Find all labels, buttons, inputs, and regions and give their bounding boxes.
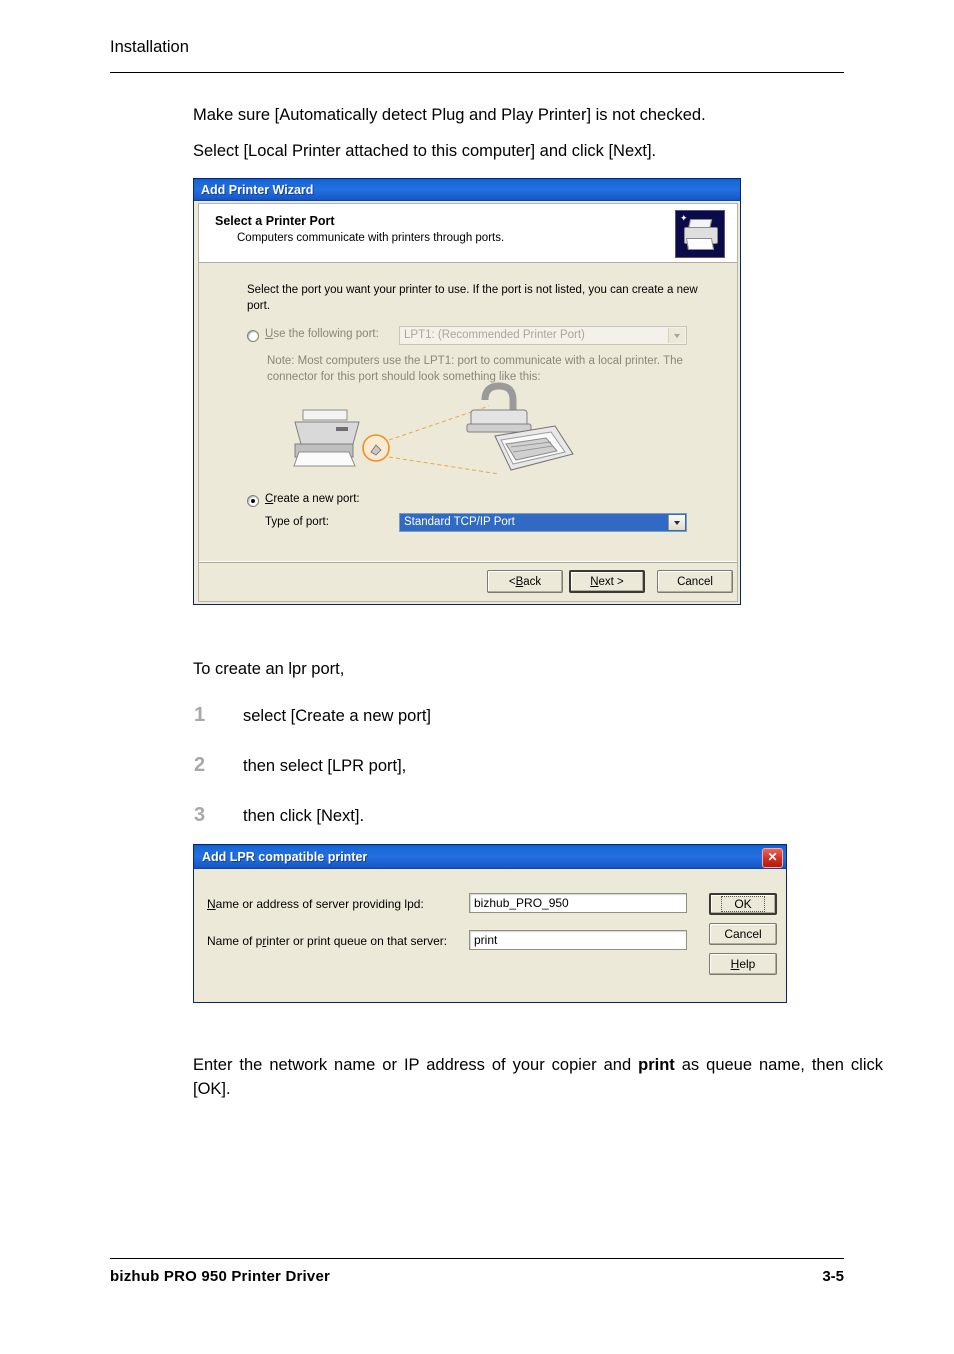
add-lpr-printer-dialog: Add LPR compatible printer ✕ Name or add… (193, 844, 787, 1003)
close-icon[interactable]: ✕ (762, 848, 783, 868)
port-illustration (199, 382, 737, 482)
back-button[interactable]: < Back (487, 570, 563, 593)
radio-use-following-port[interactable] (247, 330, 259, 342)
lpr-title-bar: Add LPR compatible printer (194, 845, 786, 869)
queue-name-input[interactable]: print (469, 930, 687, 950)
closing-text-bold: print (638, 1056, 675, 1074)
port-select[interactable]: LPT1: (Recommended Printer Port) (399, 326, 687, 345)
step-text-1: select [Create a new port] (243, 707, 432, 725)
printer-banner-icon: ✦ (675, 210, 725, 258)
radio-create-new-port-label: Create a new port: (265, 493, 360, 505)
closing-text-pre: Enter the network name or IP address of … (193, 1056, 639, 1074)
server-address-input[interactable]: bizhub_PRO_950 (469, 893, 687, 913)
ok-button[interactable]: OK (709, 893, 777, 915)
chevron-down-icon[interactable] (668, 328, 685, 343)
wizard-banner-subtitle: Computers communicate with printers thro… (237, 232, 505, 244)
footer-document-title: bizhub PRO 950 Printer Driver (110, 1268, 331, 1285)
wizard-title-bar: Add Printer Wizard (194, 179, 740, 201)
wizard-note-text: Note: Most computers use the LPT1: port … (267, 355, 683, 383)
step-number-1: 1 (194, 704, 206, 726)
radio-create-new-port[interactable] (247, 495, 259, 507)
wizard-button-bar: < Back Next > Cancel (199, 561, 737, 601)
printer-illustration-icon (293, 409, 360, 467)
wizard-inner-panel: Select a Printer Port Computers communic… (198, 203, 738, 602)
page-number: 3-5 (822, 1268, 844, 1285)
cancel-button[interactable]: Cancel (709, 923, 777, 945)
wizard-banner: Select a Printer Port Computers communic… (199, 204, 737, 263)
closing-paragraph: Enter the network name or IP address of … (193, 1054, 883, 1102)
lpr-dialog-body: Name or address of server providing lpd:… (197, 871, 785, 1001)
port-select-value: LPT1: (Recommended Printer Port) (404, 329, 585, 341)
help-button[interactable]: Help (709, 953, 777, 975)
paragraph-2: Select [Local Printer attached to this c… (193, 142, 657, 160)
footer-divider (110, 1258, 844, 1259)
queue-name-label: Name of printer or print queue on that s… (207, 934, 448, 948)
radio-use-following-port-label: Use the following port: (265, 328, 379, 340)
port-illustration-svg (293, 382, 574, 475)
paragraph-3: To create an lpr port, (193, 660, 345, 678)
lpr-title-text: Add LPR compatible printer (202, 850, 368, 864)
ok-button-label: OK (721, 896, 765, 912)
wizard-content: Select the port you want your printer to… (199, 264, 737, 564)
parallel-cable-illustration-icon (466, 382, 532, 433)
header-divider (110, 72, 844, 73)
add-printer-wizard-dialog: Add Printer Wizard Select a Printer Port… (193, 178, 741, 605)
step-text-3: then click [Next]. (243, 807, 365, 825)
sparkle-icon: ✦ (680, 213, 688, 223)
page-header: Installation (110, 38, 189, 56)
server-address-label: Name or address of server providing lpd: (207, 897, 424, 911)
cancel-button[interactable]: Cancel (657, 570, 733, 593)
type-of-port-select[interactable]: Standard TCP/IP Port (399, 513, 687, 532)
type-of-port-value: Standard TCP/IP Port (404, 516, 515, 528)
centronics-connector-icon (494, 425, 574, 471)
paragraph-1: Make sure [Automatically detect Plug and… (193, 106, 706, 124)
step-text-2: then select [LPR port], (243, 757, 407, 775)
wizard-intro-text: Select the port you want your printer to… (247, 284, 698, 312)
step-number-3: 3 (194, 804, 206, 826)
next-button[interactable]: Next > (569, 570, 645, 593)
step-number-2: 2 (194, 754, 206, 776)
chevron-down-icon[interactable] (668, 515, 685, 530)
wizard-banner-title: Select a Printer Port (215, 214, 335, 228)
type-of-port-label: Type of port: (265, 516, 329, 528)
